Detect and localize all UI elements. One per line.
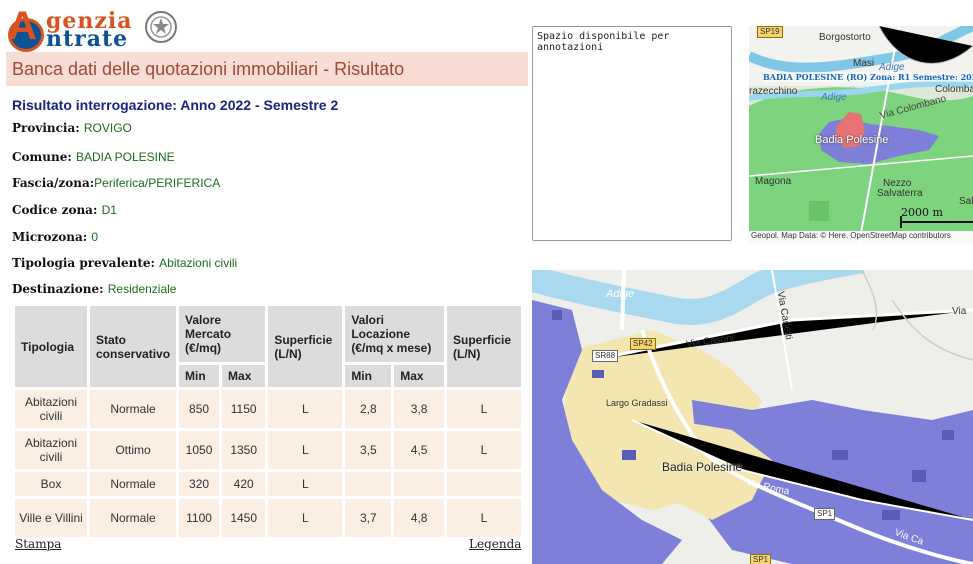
cell-stato: Normale — [90, 390, 177, 428]
cell-mercato-max: 1350 — [222, 431, 266, 469]
cell-mercato-min: 850 — [179, 390, 220, 428]
overview-scale: 2000 m — [901, 206, 943, 219]
table-row: Box Normale 320 420 L — [15, 472, 521, 496]
header-valori-locazione: Valori Locazione (€/mq x mese) — [345, 306, 444, 362]
field-provincia: Provincia: ROVIGO — [12, 121, 132, 135]
overview-zone-overlay: BADIA POLESINE (RO) Zona: R1 Semestre: 2… — [763, 72, 973, 82]
cell-mercato-min: 1050 — [179, 431, 220, 469]
detail-label: Badia Polesine — [662, 460, 743, 474]
header-stato: Stato conservativo — [90, 306, 177, 387]
detail-label: Adige — [606, 288, 635, 300]
cell-mercato-max: 1450 — [222, 499, 266, 537]
republic-emblem-icon — [145, 11, 177, 43]
cell-superficie-locazione: L — [447, 390, 521, 428]
table-row: Abitazioni civili Normale 850 1150 L 2,8… — [15, 390, 521, 428]
overview-label: Borgostorto — [819, 32, 871, 43]
logo-initial: A — [8, 4, 37, 48]
field-comune: Comune: BADIA POLESINE — [12, 150, 175, 164]
header-max-1: Max — [222, 365, 266, 387]
overview-label: Magona — [755, 176, 792, 187]
detail-label: Via — [952, 306, 967, 317]
cell-superficie: L — [268, 499, 343, 537]
logo-word-2: ntrate — [46, 26, 129, 52]
cell-superficie: L — [268, 390, 343, 428]
detail-map-canvas — [532, 270, 973, 564]
table-row: Ville e Villini Normale 1100 1450 L 3,7 … — [15, 499, 521, 537]
table-header-row: Tipologia Stato conservativo Valore Merc… — [15, 306, 521, 387]
cell-stato: Normale — [90, 472, 177, 496]
detail-map[interactable]: Adige Via Casoni Via Carletti Via Largo … — [532, 270, 973, 564]
overview-label: Adige — [821, 92, 847, 103]
cell-tipologia: Abitazioni civili — [15, 431, 87, 469]
cell-mercato-min: 320 — [179, 472, 220, 496]
header-superficie-1: Superficie (L/N) — [268, 306, 343, 387]
cell-mercato-max: 420 — [222, 472, 266, 496]
result-heading: Risultato interrogazione: Anno 2022 - Se… — [12, 97, 339, 113]
cell-tipologia: Ville e Villini — [15, 499, 87, 537]
cell-locazione-min: 2,8 — [345, 390, 392, 428]
cell-locazione-max: 4,8 — [394, 499, 444, 537]
detail-road-badge: SR88 — [592, 350, 619, 362]
header-valore-mercato: Valore Mercato (€/mq) — [179, 306, 266, 362]
cell-stato: Normale — [90, 499, 177, 537]
cell-stato: Ottimo — [90, 431, 177, 469]
cell-superficie-locazione — [447, 472, 521, 496]
field-destinazione: Destinazione: Residenziale — [12, 282, 177, 296]
notes-textarea[interactable] — [532, 26, 732, 241]
cell-superficie: L — [268, 472, 343, 496]
cell-tipologia: Abitazioni civili — [15, 390, 87, 428]
overview-map[interactable]: SP19 Borgostorto Masi Adige Colombano ra… — [749, 26, 973, 244]
print-link[interactable]: Stampa — [15, 537, 61, 551]
overview-label: Sal — [959, 196, 973, 207]
quotation-table: Tipologia Stato conservativo Valore Merc… — [12, 303, 524, 540]
detail-label: Largo Gradassi — [606, 398, 668, 408]
detail-road-badge: SP42 — [630, 338, 656, 350]
table-row: Abitazioni civili Ottimo 1050 1350 L 3,5… — [15, 431, 521, 469]
header-min-2: Min — [345, 365, 392, 387]
overview-label: razecchino — [749, 86, 798, 97]
overview-road-badge: SP19 — [757, 26, 783, 38]
field-tipologia-prevalente: Tipologia prevalente: Abitazioni civili — [12, 256, 238, 270]
cell-locazione-min: 3,5 — [345, 431, 392, 469]
detail-road-badge: SP1 — [750, 554, 772, 564]
field-codice-zona: Codice zona: D1 — [12, 203, 117, 217]
header-tipologia: Tipologia — [15, 306, 87, 387]
header-min-1: Min — [179, 365, 220, 387]
cell-locazione-max — [394, 472, 444, 496]
cell-tipologia: Box — [15, 472, 87, 496]
cell-superficie-locazione: L — [447, 431, 521, 469]
header-max-2: Max — [394, 365, 444, 387]
agenzia-entrate-logo: A genzia ntrate — [8, 4, 178, 52]
header-superficie-2: Superficie (L/N) — [447, 306, 521, 387]
cell-locazione-min: 3,7 — [345, 499, 392, 537]
cell-mercato-min: 1100 — [179, 499, 220, 537]
cell-superficie: L — [268, 431, 343, 469]
overview-label: Masi — [853, 58, 875, 69]
cell-mercato-max: 1150 — [222, 390, 266, 428]
cell-superficie-locazione: L — [447, 499, 521, 537]
field-fascia-zona: Fascia/zona:Periferica/PERIFERICA — [12, 176, 221, 190]
cell-locazione-max: 3,8 — [394, 390, 444, 428]
overview-attribution: Geopol. Map Data: © Here. OpenStreetMap … — [749, 231, 973, 244]
legend-link[interactable]: Legenda — [469, 537, 521, 551]
field-microzona: Microzona: 0 — [12, 230, 99, 244]
detail-road-badge: SP1 — [814, 508, 836, 520]
overview-label: Salvaterra — [877, 188, 923, 199]
page-title: Banca dati delle quotazioni immobiliari … — [6, 52, 528, 86]
cell-locazione-min — [345, 472, 392, 496]
cell-locazione-max: 4,5 — [394, 431, 444, 469]
overview-label: Badia Polesine — [815, 134, 889, 146]
